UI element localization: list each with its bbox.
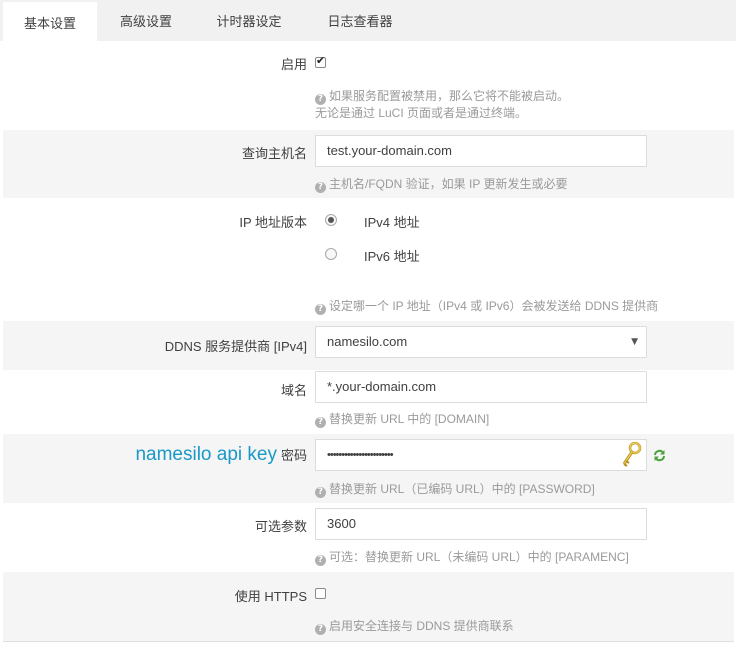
settings-panel: 启用 ✔ ? 如果服务配置被禁用，那么它将不能被启动。 无论是通过 LuCI 页面… — [3, 41, 734, 642]
enable-help: ? 如果服务配置被禁用，那么它将不能被启动。 无论是通过 LuCI 页面或者是通过… — [315, 89, 570, 120]
domain-label: 域名 — [280, 383, 307, 398]
password-masked-value: ••••••••••••••••••••••• — [327, 449, 394, 461]
provider-row: DDNS 服务提供商 [IPv4] namesilo.com ▼ — [3, 321, 734, 370]
lookup-host-row: 查询主机名 test.your-domain.com ? 主机名/FQDN 验证，… — [3, 130, 734, 198]
question-circle-icon: ? — [315, 417, 326, 428]
ipv6-radio[interactable] — [325, 248, 337, 260]
domain-row: 域名 *.your-domain.com ? 替换更新 URL 中的 [DOMAI… — [3, 370, 734, 434]
ipv6-radio-label[interactable]: IPv6 地址 — [364, 246, 420, 265]
question-circle-icon: ? — [315, 487, 326, 498]
ipv4-radio[interactable] — [325, 214, 337, 226]
question-circle-icon: ? — [315, 624, 326, 635]
param-opt-label: 可选参数 — [254, 519, 307, 534]
ip-version-help: ? 设定哪一个 IP 地址（IPv4 或 IPv6）会被发送给 DDNS 提供商 — [315, 298, 658, 315]
use-https-row: 使用 HTTPS ? 启用安全连接与 DDNS 提供商联系 — [3, 572, 734, 641]
password-label: 密码 — [280, 448, 307, 463]
radio-selected-dot — [328, 217, 334, 223]
dropdown-arrow-icon: ▼ — [631, 337, 638, 347]
use-https-checkbox[interactable] — [315, 588, 326, 599]
question-circle-icon: ? — [315, 182, 326, 193]
domain-input[interactable]: *.your-domain.com — [315, 371, 647, 403]
provider-label: DDNS 服务提供商 [IPv4] — [164, 339, 307, 354]
password-input[interactable]: ••••••••••••••••••••••• — [315, 439, 647, 471]
provider-selected-value: namesilo.com — [327, 334, 408, 349]
tab-basic-settings[interactable]: 基本设置 — [3, 0, 97, 41]
tab-bar: 基本设置 高级设置 计时器设定 日志查看器 — [0, 0, 736, 41]
lookup-host-help: ? 主机名/FQDN 验证，如果 IP 更新发生或必要 — [315, 176, 567, 193]
param-opt-help: ? 可选：替换更新 URL（未编码 URL）中的 [PARAMENC] — [315, 549, 629, 566]
refresh-icon[interactable] — [653, 449, 666, 462]
tab-advanced-settings[interactable]: 高级设置 — [97, 0, 195, 41]
lookup-host-input[interactable]: test.your-domain.com — [315, 135, 647, 167]
question-circle-icon: ? — [315, 555, 326, 566]
enable-checkbox[interactable]: ✔ — [315, 54, 326, 68]
key-icon[interactable] — [620, 441, 642, 468]
tab-log-viewer[interactable]: 日志查看器 — [303, 0, 417, 41]
password-row: namesilo api key 密码 •••••••••••••••••••••… — [3, 434, 734, 503]
use-https-label: 使用 HTTPS — [234, 589, 307, 604]
domain-help: ? 替换更新 URL 中的 [DOMAIN] — [315, 411, 489, 428]
param-opt-input[interactable]: 3600 — [315, 508, 647, 540]
param-opt-row: 可选参数 3600 ? 可选：替换更新 URL（未编码 URL）中的 [PARAM… — [3, 503, 734, 572]
api-key-annotation: namesilo api key — [135, 444, 277, 465]
use-https-help: ? 启用安全连接与 DDNS 提供商联系 — [315, 618, 514, 635]
ipv4-radio-label[interactable]: IPv4 地址 — [364, 212, 420, 231]
enable-row: 启用 ✔ ? 如果服务配置被禁用，那么它将不能被启动。 无论是通过 LuCI 页面… — [3, 41, 734, 130]
lookup-host-label: 查询主机名 — [241, 146, 307, 161]
password-help: ? 替换更新 URL（已编码 URL）中的 [PASSWORD] — [315, 481, 595, 498]
question-circle-icon: ? — [315, 304, 326, 315]
ip-version-row: IP 地址版本 IPv4 地址 IPv6 地址 ? 设定哪一个 IP 地址（IPv… — [3, 198, 734, 321]
tab-timer-settings[interactable]: 计时器设定 — [195, 0, 303, 41]
enable-label: 启用 — [280, 57, 307, 72]
question-circle-icon: ? — [315, 94, 326, 105]
ip-version-label: IP 地址版本 — [239, 215, 307, 230]
password-label-group: namesilo api key 密码 — [135, 444, 307, 466]
provider-select[interactable]: namesilo.com ▼ — [315, 326, 647, 358]
checkmark-icon: ✔ — [316, 54, 326, 67]
